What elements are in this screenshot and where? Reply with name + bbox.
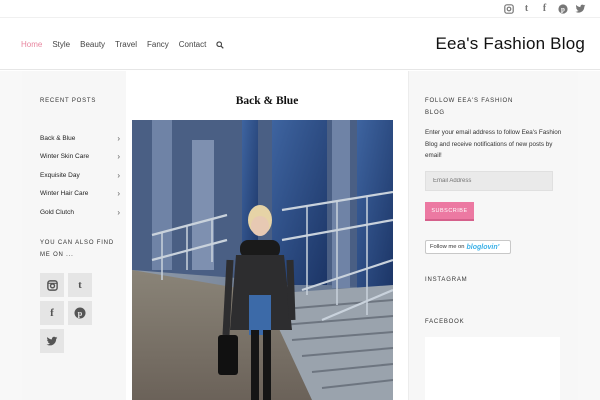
- chevron-right-icon: ›: [117, 133, 120, 143]
- recent-post-label[interactable]: Exquisite Day: [40, 172, 80, 179]
- recent-post-label[interactable]: Back & Blue: [40, 135, 75, 142]
- nav-item-home[interactable]: Home: [21, 40, 42, 49]
- recent-post-item[interactable]: Back & Blue ›: [40, 129, 120, 148]
- facebook-icon[interactable]: f: [539, 3, 550, 14]
- recent-post-label[interactable]: Winter Skin Care: [40, 153, 89, 160]
- instagram-heading: INSTAGRAM: [425, 277, 468, 283]
- recent-posts-list: Back & Blue › Winter Skin Care › Exquisi…: [40, 129, 120, 222]
- pinterest-icon[interactable]: p: [557, 3, 568, 14]
- chevron-right-icon: ›: [117, 152, 120, 162]
- chevron-right-icon: ›: [117, 189, 120, 199]
- nav-item-fancy[interactable]: Fancy: [147, 40, 169, 49]
- recent-post-label[interactable]: Winter Hair Care: [40, 190, 88, 197]
- nav-item-style[interactable]: Style: [52, 40, 70, 49]
- nav-item-contact[interactable]: Contact: [179, 40, 207, 49]
- search-icon[interactable]: [216, 40, 225, 49]
- main-nav: Home Style Beauty Travel Fancy Contact: [21, 40, 225, 49]
- nav-item-beauty[interactable]: Beauty: [80, 40, 105, 49]
- post-title[interactable]: Back & Blue: [126, 95, 408, 107]
- bloglovin-follow-button[interactable]: Follow me on bloglovin': [425, 240, 511, 254]
- main-content: Back & Blue: [126, 71, 408, 400]
- left-sidebar: RECENT POSTS Back & Blue › Winter Skin C…: [22, 71, 126, 400]
- tumblr-icon[interactable]: t: [521, 3, 532, 14]
- twitter-icon[interactable]: [40, 329, 64, 353]
- email-field[interactable]: [425, 171, 553, 191]
- social-links-grid: t f p: [40, 273, 96, 353]
- post-featured-image[interactable]: [132, 120, 393, 400]
- twitter-icon[interactable]: [575, 3, 586, 14]
- facebook-widget[interactable]: [425, 337, 560, 400]
- pinterest-icon[interactable]: p: [68, 301, 92, 325]
- recent-posts-heading: RECENT POSTS: [40, 98, 97, 104]
- svg-text:p: p: [78, 309, 83, 318]
- follow-heading: FOLLOW EEA'S FASHION BLOG: [425, 98, 514, 116]
- instagram-icon[interactable]: [503, 3, 514, 14]
- bloglovin-logo: bloglovin': [466, 243, 500, 251]
- facebook-heading: FACEBOOK: [425, 319, 465, 325]
- site-title[interactable]: Eea's Fashion Blog: [435, 34, 585, 54]
- recent-post-item[interactable]: Exquisite Day ›: [40, 166, 120, 185]
- nav-item-travel[interactable]: Travel: [115, 40, 137, 49]
- chevron-right-icon: ›: [117, 207, 120, 217]
- instagram-icon[interactable]: [40, 273, 64, 297]
- bloglovin-prefix: Follow me on: [430, 244, 465, 250]
- recent-post-item[interactable]: Winter Hair Care ›: [40, 185, 120, 204]
- top-social-icons: t f p: [503, 3, 586, 14]
- recent-post-item[interactable]: Winter Skin Care ›: [40, 148, 120, 167]
- follow-description: Enter your email address to follow Eea's…: [425, 129, 562, 159]
- subscribe-button[interactable]: SUBSCRIBE: [425, 202, 474, 221]
- right-sidebar: FOLLOW EEA'S FASHION BLOG Enter your ema…: [408, 71, 578, 400]
- svg-text:p: p: [561, 5, 565, 13]
- recent-post-item[interactable]: Gold Clutch ›: [40, 203, 120, 222]
- top-social-bar: t f p: [0, 0, 600, 18]
- tumblr-icon[interactable]: t: [68, 273, 92, 297]
- recent-post-label[interactable]: Gold Clutch: [40, 209, 74, 216]
- chevron-right-icon: ›: [117, 170, 120, 180]
- find-me-heading: YOU CAN ALSO FIND ME ON ...: [40, 240, 114, 258]
- facebook-icon[interactable]: f: [40, 301, 64, 325]
- site-header: Home Style Beauty Travel Fancy Contact E…: [0, 18, 600, 70]
